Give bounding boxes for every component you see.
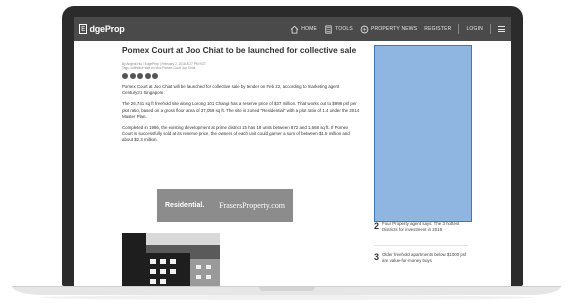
laptop-shadow [40,295,533,300]
trending-number: 3 [374,252,380,262]
nav-home-label: HOME [301,26,318,32]
browser-screen: E dgeProp HOME TOOLS PROPERTY NEWS REGIS… [74,17,511,288]
site-navbar: E dgeProp HOME TOOLS PROPERTY NEWS REGIS… [74,17,511,41]
article-photo [122,233,220,288]
article: Pomex Court at Joo Chiat to be launched … [122,45,360,148]
email-share-icon[interactable] [152,73,158,79]
trending-title[interactable]: Four Property agent says: The 3 hottest … [382,221,470,233]
facebook-share-icon[interactable] [122,73,128,79]
ad-banner-right-text: FrasersProperty.com [219,201,285,210]
nav-home[interactable]: HOME [290,25,317,34]
nav-menu: HOME TOOLS PROPERTY NEWS REGISTER LOGIN [290,17,505,41]
nav-property-news-label: PROPERTY NEWS [370,26,418,32]
logo-text: dgeProp [89,24,125,34]
nav-register[interactable]: REGISTER [424,26,451,32]
nav-separator [490,24,491,34]
share-buttons [122,73,360,79]
tools-icon [325,24,332,34]
nav-separator [458,24,460,34]
nav-login[interactable]: LOGIN [466,26,483,32]
trending-item[interactable]: 2 Four Property agent says: The 3 hottes… [374,221,470,233]
news-icon [360,25,369,33]
linkedin-share-icon[interactable] [137,73,143,79]
edgeprop-logo[interactable]: E dgeProp [79,22,125,36]
nav-tools-label: TOOLS [335,26,353,32]
trending-item[interactable]: 3 Older freehold apartments below $1000 … [374,252,470,264]
home-icon [290,25,299,34]
article-paragraph: The 26,741 sq ft freehold site along Lor… [122,101,360,119]
advertisement-banner[interactable]: Residential. FrasersProperty.com [157,189,293,222]
ad-banner-left-text: Residential. [165,202,205,209]
nav-tools[interactable]: TOOLS [324,24,353,34]
article-tags: Tags: collective sale en bloc Pomex Cour… [122,66,196,70]
laptop-base [12,286,561,295]
twitter-share-icon[interactable] [129,73,136,79]
laptop-base-notch [259,287,315,291]
trending-divider [374,245,468,246]
logo-badge: E [79,24,88,34]
menu-icon[interactable] [498,26,505,32]
sidebar-ad-placeholder[interactable] [374,45,472,222]
nav-property-news[interactable]: PROPERTY NEWS [360,25,417,34]
trending-title[interactable]: Older freehold apartments below $1000 ps… [382,252,470,264]
article-paragraph: Pomex Court at Joo Chiat will be launche… [122,84,340,96]
trending-number: 2 [374,221,380,231]
article-paragraph: Completed in 1986, the existing developm… [122,125,350,143]
whatsapp-share-icon[interactable] [144,73,151,79]
article-headline: Pomex Court at Joo Chiat to be launched … [122,45,357,55]
